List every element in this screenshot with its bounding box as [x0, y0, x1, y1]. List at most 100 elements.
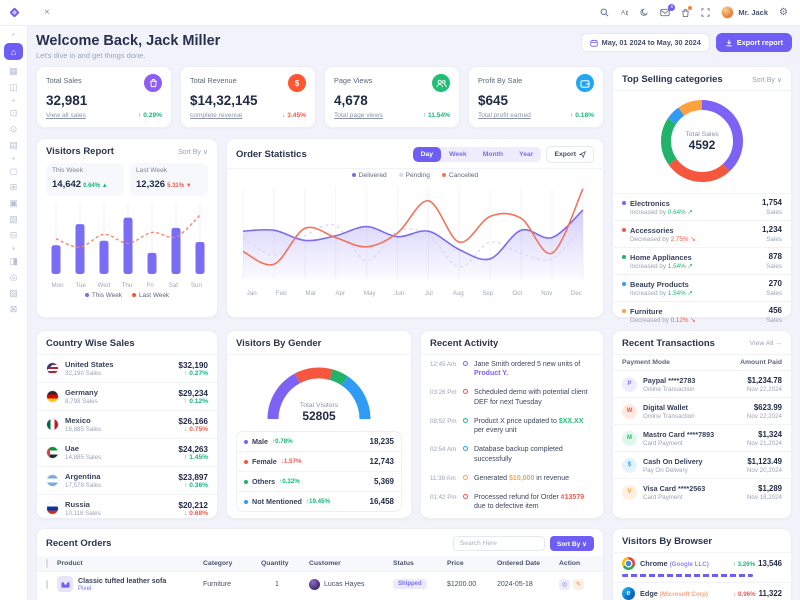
country-row[interactable]: Russia 10,118 Sales $20,212 ↓ 0.68%: [37, 494, 217, 522]
gender-value: 18,235: [370, 437, 394, 446]
browser-name: Chrome (Google LLC): [640, 559, 709, 568]
app-logo[interactable]: [0, 6, 28, 19]
order-statistics-card: Order Statistics DayWeekMonthYear Export…: [226, 138, 604, 318]
country-row[interactable]: Germany 8,798 Sales $29,234 ↑ 0.12%: [37, 382, 217, 410]
sidebar-item-inbox[interactable]: ◎: [10, 273, 18, 282]
transaction-name: Digital Wallet: [643, 403, 695, 412]
country-delta: ↓ 0.68%: [178, 510, 208, 517]
topbar: × A 5 Mr. Jack ⚙: [0, 0, 800, 26]
sidebar-item-cards[interactable]: ▤: [9, 141, 18, 150]
card-title: Top Selling categories: [622, 74, 723, 85]
select-all-checkbox[interactable]: [37, 560, 57, 567]
tab-day[interactable]: Day: [413, 147, 441, 162]
tab-week[interactable]: Week: [441, 147, 475, 162]
gender-label: Others: [252, 477, 275, 486]
sidebar-item-sales[interactable]: ⊡: [10, 109, 18, 118]
sidebar-divider-dot: [12, 99, 15, 102]
sidebar-item-dashboard[interactable]: ▦: [9, 67, 18, 76]
sidebar-item-docs[interactable]: ⊠: [10, 305, 18, 314]
category-row[interactable]: Furniture Decreased by 0.12% ↘ 456Sales: [613, 301, 791, 328]
browser-row[interactable]: e Edge (Microsoft Corp) ↓ 0.96% 11,322: [613, 582, 791, 600]
sort-by-dropdown[interactable]: Sort By ∨: [178, 148, 208, 156]
tab-month[interactable]: Month: [475, 147, 511, 162]
welcome-section: Welcome Back, Jack Miller Let's dive in …: [36, 33, 792, 60]
order-row[interactable]: Classic tufted leather sofaPixel Furnitu…: [37, 571, 603, 596]
gender-row[interactable]: Female ↓1.57% 12,743: [237, 451, 401, 471]
category-row[interactable]: Accessories Decreased by 2.75% ↘ 1,234Sa…: [613, 220, 791, 247]
category-row[interactable]: Home Appliances Increased by 1.54% ↗ 878…: [613, 247, 791, 274]
gender-row[interactable]: Male ↑0.78% 18,235: [237, 432, 401, 451]
sidebar-item-coupon[interactable]: ◨: [9, 257, 18, 266]
sidebar-item-idea[interactable]: ▧: [9, 215, 18, 224]
wallet-icon: [576, 74, 594, 92]
category-dot: [622, 282, 626, 286]
transaction-row[interactable]: W Digital Wallet Online Transaction $623…: [613, 397, 791, 424]
category-name: Accessories: [630, 226, 674, 235]
sidebar-item-gift[interactable]: ⊟: [10, 231, 18, 240]
activity-marker-icon: [463, 361, 468, 366]
gender-row[interactable]: Not Mentioned ↑19.45% 16,458: [237, 491, 401, 511]
browser-row[interactable]: Chrome (Google LLC) ↑ 3.26% 13,546: [613, 552, 791, 582]
date-range-picker[interactable]: May, 01 2024 to May, 30 2024: [581, 33, 710, 52]
sort-by-dropdown[interactable]: Sort By ∨: [752, 76, 782, 84]
flag-icon-ar: [46, 474, 59, 487]
category-trend: Increased by 0.64% ↗: [630, 209, 693, 216]
gear-icon[interactable]: ⚙: [779, 8, 788, 18]
transaction-row[interactable]: V Visa Card ****2563 Card Payment $1,289…: [613, 478, 791, 505]
kpi-link[interactable]: Total page views: [334, 112, 383, 119]
orders-search-input[interactable]: [453, 536, 545, 551]
country-name: United States: [65, 360, 114, 369]
transaction-row[interactable]: M Mastro Card ****7893 Card Payment $1,3…: [613, 424, 791, 451]
country-amount: $20,212: [178, 501, 208, 510]
country-row[interactable]: United States 32,190 Sales $32,190 ↑ 0.2…: [37, 354, 217, 382]
sidebar-item-chart[interactable]: ▨: [9, 289, 18, 298]
gender-dot: [244, 440, 248, 444]
country-delta: ↑ 0.36%: [178, 482, 208, 489]
orders-bag-icon[interactable]: [681, 8, 690, 18]
dark-mode-icon[interactable]: [640, 8, 649, 17]
country-row[interactable]: Argentina 17,578 Sales $23,897 ↑ 0.36%: [37, 466, 217, 494]
export-button[interactable]: Export: [546, 146, 594, 163]
sidebar-item-pen[interactable]: ▣: [9, 199, 18, 208]
country-row[interactable]: Uae 14,885 Sales $24,263 ↑ 1.45%: [37, 438, 217, 466]
country-wise-sales-card: Country Wise Sales United States 32,190 …: [36, 330, 218, 519]
category-row[interactable]: Electronics Increased by 0.64% ↗ 1,754Sa…: [613, 193, 791, 220]
country-row[interactable]: Mexico 16,885 Sales $26,166 ↓ 0.75%: [37, 410, 217, 438]
sidebar-item-tv[interactable]: ⊞: [10, 183, 18, 192]
sidebar-item-wallet[interactable]: ◻: [10, 167, 17, 176]
transaction-row[interactable]: $ Cash On Delivery Pay On Delivery $1,12…: [613, 451, 791, 478]
user-menu[interactable]: Mr. Jack: [721, 6, 768, 19]
export-report-button[interactable]: Export report: [716, 33, 792, 52]
kpi-link[interactable]: View all sales: [46, 112, 86, 119]
legend-item: Pending: [399, 172, 430, 179]
sidebar-item-products[interactable]: ◫: [9, 83, 18, 92]
mail-icon[interactable]: 5: [660, 8, 670, 17]
card-icon: M: [622, 431, 637, 446]
search-icon[interactable]: [600, 8, 609, 17]
product-brand-link[interactable]: Pixel: [78, 585, 91, 592]
view-all-link[interactable]: View All →: [750, 340, 782, 347]
kpi-link[interactable]: Total profit earned: [478, 112, 531, 119]
translate-icon[interactable]: A: [620, 8, 629, 17]
category-row[interactable]: Beauty Products Increased by 1.54% ↗ 270…: [613, 274, 791, 301]
view-order-button[interactable]: ◎: [559, 579, 570, 590]
donut-center-value: 4592: [685, 138, 718, 152]
transaction-row[interactable]: P Paypal ****2783 Online Transaction $1,…: [613, 370, 791, 397]
gender-row[interactable]: Others ↑0.32% 5,369: [237, 471, 401, 491]
sidebar-divider-dot: [12, 247, 15, 250]
kpi-link[interactable]: complete revenue: [190, 112, 242, 119]
fullscreen-icon[interactable]: [701, 8, 710, 17]
edge-icon: e: [622, 587, 635, 600]
sidebar-item-home[interactable]: ⌂: [4, 43, 23, 60]
legend-item: Cancelled: [442, 172, 478, 179]
edit-order-button[interactable]: ✎: [573, 579, 584, 590]
tab-year[interactable]: Year: [511, 147, 541, 162]
category-value: 270Sales: [766, 279, 782, 297]
row-checkbox[interactable]: [37, 581, 57, 588]
close-icon[interactable]: ×: [44, 7, 50, 18]
wallet-icon: ◻: [10, 166, 17, 176]
country-amount: $32,190: [178, 361, 208, 370]
cards-icon: ▤: [9, 140, 18, 150]
sidebar-item-info[interactable]: ⊙: [10, 125, 18, 134]
orders-sort-button[interactable]: Sort By ∨: [550, 536, 594, 551]
